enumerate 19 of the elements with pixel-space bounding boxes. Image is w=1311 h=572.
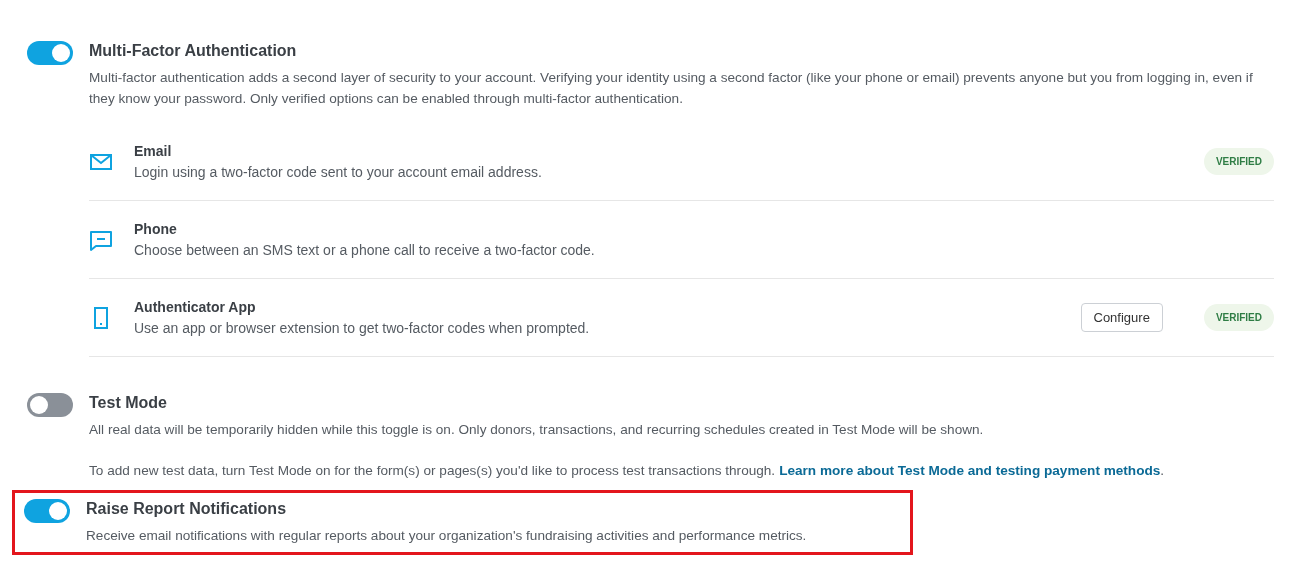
verified-badge: VERIFIED (1203, 148, 1274, 175)
method-description: Login using a two-factor code sent to your account email address. (134, 162, 543, 182)
configure-button[interactable]: Configure (1080, 303, 1163, 332)
setting-description: Receive email notifications with regular reports about your organization's fundraising activities and performance metrics. (86, 527, 808, 545)
setting-title: Test Mode (89, 393, 168, 413)
setting-description: All real data will be temporarily hidden while this toggle is on. Only donors, transactions, and recurring schedules created in Test Mode will be shown. (89, 421, 985, 439)
setting-title: Raise Report Notifications (86, 499, 288, 519)
toggle-switch[interactable] (24, 499, 70, 523)
toggle-switch[interactable] (27, 393, 73, 417)
method-description: Choose between an SMS text or a phone call to receive a two-factor code. (134, 240, 596, 260)
toggle-switch[interactable] (27, 41, 73, 65)
setting-title: Multi-Factor Authentication (89, 41, 298, 61)
setting-description: Multi-factor authentication adds a second layer of security to your account. Verifying your identity using a second factor (like your phone or email) prevents anyone but you from logging in, even if they know your password. Only verified options can be enabled through multi-factor authentication. (89, 69, 1254, 108)
method-title: Phone (134, 219, 178, 239)
method-title: Authenticator App (134, 297, 257, 317)
verified-badge: VERIFIED (1203, 304, 1274, 331)
method-title: Email (134, 141, 173, 161)
method-description: Use an app or browser extension to get two-factor codes when prompted. (134, 318, 591, 338)
setting-description: To add new test data, turn Test Mode on for the form(s) or pages(s) you'd like to process test transactions through. Learn more about Test Mode and testing payment methods. (89, 462, 1166, 480)
